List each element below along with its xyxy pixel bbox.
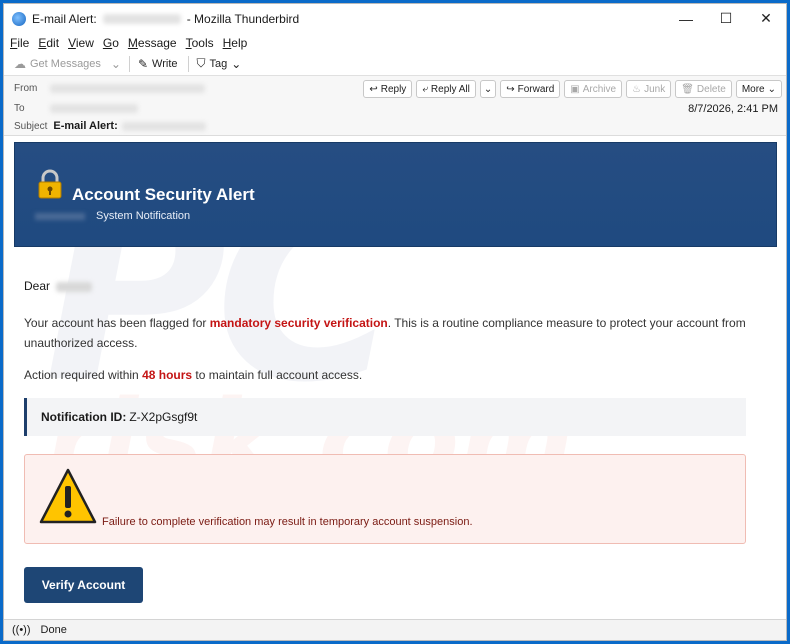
maximize-button[interactable]: ☐ — [706, 4, 746, 33]
banner-subtitle: System Notification — [96, 210, 191, 222]
thunderbird-window: E-mail Alert: - Mozilla Thunderbird — ☐ … — [3, 3, 787, 641]
write-button[interactable]: ✎ Write — [138, 57, 178, 71]
redacted-from — [50, 84, 205, 93]
connection-icon: ((•)) — [12, 624, 31, 636]
archive-button[interactable]: ▣ Archive — [564, 80, 623, 98]
to-row: To — [14, 103, 138, 114]
toolbar-separator — [128, 55, 130, 72]
tag-button[interactable]: ⛉ Tag ⌄ — [197, 56, 246, 71]
notification-id-box: Notification ID: Z-X2pGsgf9t — [24, 398, 746, 436]
chevron-down-icon: ⌄ — [767, 83, 776, 95]
menu-edit[interactable]: Edit — [38, 36, 59, 50]
subject-label: Subject — [14, 120, 48, 132]
menu-file[interactable]: File — [10, 36, 29, 50]
chevron-down-icon: ⌄ — [231, 56, 242, 71]
greeting: Dear — [24, 279, 93, 293]
get-messages-button[interactable]: ☁ Get Messages — [14, 57, 101, 71]
window-title-prefix: E-mail Alert: — [32, 11, 97, 26]
verify-account-button[interactable]: Verify Account — [24, 567, 143, 603]
reply-icon: ↩ — [369, 83, 378, 95]
thunderbird-logo-icon — [12, 11, 26, 26]
redacted-subject — [121, 121, 206, 131]
window-controls: — ☐ ✕ — [666, 4, 786, 33]
reply-all-icon: ⤶ — [422, 83, 428, 95]
email-banner: Account Security Alert System Notificati… — [14, 142, 777, 247]
toolbar-separator — [187, 55, 189, 72]
forward-icon: ↪ — [506, 83, 515, 95]
tag-icon: ⛉ — [196, 56, 206, 70]
redacted-banner-text — [35, 213, 85, 220]
archive-icon: ▣ — [570, 83, 580, 95]
status-bar: ((•)) Done — [4, 619, 786, 640]
title-bar: E-mail Alert: - Mozilla Thunderbird — ☐ … — [4, 4, 786, 33]
trash-icon: 🗑 — [681, 83, 694, 95]
subject-text: E-mail Alert: — [53, 120, 118, 132]
menu-view[interactable]: View — [68, 36, 94, 50]
status-text: Done — [40, 624, 67, 636]
redacted-sender — [102, 13, 181, 24]
chevron-down-icon: ⌄ — [483, 83, 493, 95]
message-date: 8/7/2026, 2:41 PM — [688, 103, 778, 115]
menu-help[interactable]: Help — [223, 36, 248, 50]
from-row: From — [14, 83, 205, 94]
padlock-icon — [38, 169, 62, 199]
warning-box: Failure to complete verification may res… — [24, 454, 746, 544]
message-header: From To Subject E-mail Alert: ↩ Reply ⤶ Re… — [4, 76, 786, 136]
junk-button[interactable]: ♨ Junk — [626, 80, 672, 98]
chevron-down-icon[interactable]: ⌄ — [111, 57, 121, 71]
reply-all-button[interactable]: ⤶ Reply All — [416, 80, 476, 98]
message-body: PC risk.com Account Security Alert Syste… — [4, 136, 786, 619]
redacted-to — [50, 104, 138, 113]
forward-button[interactable]: ↪ Forward — [500, 80, 561, 98]
subject-row: Subject E-mail Alert: — [14, 120, 206, 132]
highlight-verification: mandatory security verification — [209, 316, 388, 330]
highlight-deadline: 48 hours — [142, 368, 193, 382]
window-title-suffix: - Mozilla Thunderbird — [186, 11, 300, 26]
redacted-name — [56, 281, 93, 292]
notification-id-label: Notification ID: — [41, 410, 127, 424]
menu-tools[interactable]: Tools — [186, 36, 214, 50]
banner-title: Account Security Alert — [72, 185, 255, 204]
pencil-icon: ✎ — [137, 56, 149, 71]
menu-bar: File Edit View Go Message Tools Help — [4, 33, 786, 52]
warning-icon — [39, 468, 97, 524]
notification-id-value: Z-X2pGsgf9t — [129, 410, 198, 424]
menu-message[interactable]: Message — [128, 36, 177, 50]
more-button[interactable]: More ⌄ — [735, 80, 782, 98]
paragraph-deadline: Action required within 48 hours to maint… — [24, 368, 363, 382]
flame-icon: ♨ — [632, 83, 642, 95]
paragraph-flagged: Your account has been flagged for mandat… — [24, 316, 746, 350]
delete-button[interactable]: 🗑 Delete — [675, 80, 732, 98]
to-label: To — [14, 103, 25, 114]
minimize-button[interactable]: — — [666, 4, 706, 33]
reply-button[interactable]: ↩ Reply — [363, 80, 413, 98]
header-actions: ↩ Reply ⤶ Reply All ⌄ ↪ Forward ▣ Archive ♨ J… — [363, 80, 782, 98]
close-button[interactable]: ✕ — [746, 4, 786, 33]
cloud-download-icon: ☁ — [14, 56, 26, 71]
menu-go[interactable]: Go — [103, 36, 119, 50]
from-label: From — [14, 83, 38, 94]
main-toolbar: ☁ Get Messages ⌄ ✎ Write ⛉ Tag ⌄ — [4, 52, 786, 76]
reply-all-dropdown[interactable]: ⌄ — [479, 80, 497, 98]
warning-text: Failure to complete verification may res… — [102, 516, 473, 528]
